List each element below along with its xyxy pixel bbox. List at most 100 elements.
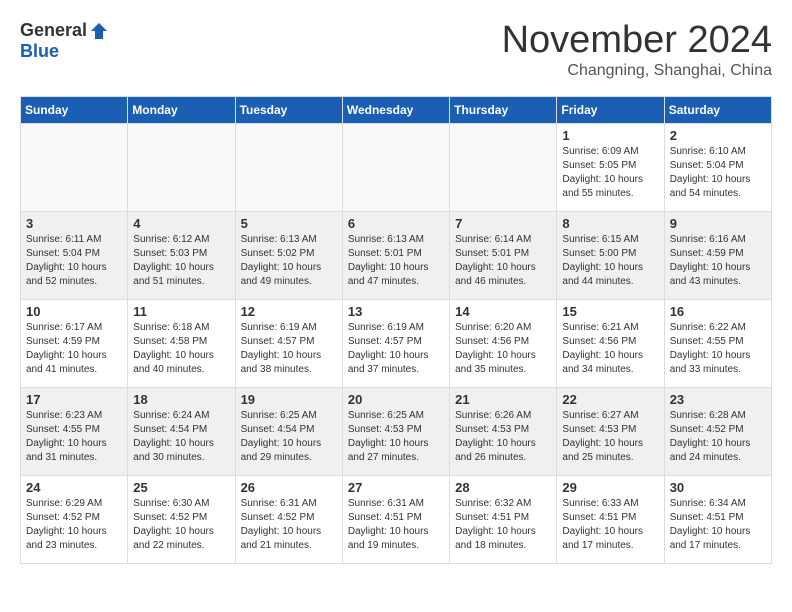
calendar-cell: 4 Sunrise: 6:12 AMSunset: 5:03 PMDaylight…	[128, 211, 235, 299]
calendar-cell	[450, 123, 557, 211]
day-info: Sunrise: 6:18 AMSunset: 4:58 PMDaylight:…	[133, 321, 229, 377]
calendar-cell: 2Sunrise: 6:10 AMSunset: 5:04 PMDaylight…	[664, 123, 771, 211]
day-info: Sunrise: 6:24 AMSunset: 4:54 PMDaylight:…	[133, 409, 229, 465]
day-number: 7	[455, 216, 551, 231]
month-title: November 2024	[502, 20, 772, 62]
day-header-saturday: Saturday	[664, 96, 771, 123]
day-info: Sunrise: 6:17 AMSunset: 4:59 PMDaylight:…	[26, 321, 122, 377]
logo-general-text: General	[20, 20, 87, 41]
day-number: 25	[133, 480, 229, 495]
day-number: 13	[348, 304, 444, 319]
calendar-cell: 14 Sunrise: 6:20 AMSunset: 4:56 PMDayligh…	[450, 299, 557, 387]
calendar-cell: 29 Sunrise: 6:33 AMSunset: 4:51 PMDayligh…	[557, 475, 664, 563]
day-header-thursday: Thursday	[450, 96, 557, 123]
page-header: General Blue November 2024 Changning, Sh…	[20, 20, 772, 80]
week-row-2: 3 Sunrise: 6:11 AMSunset: 5:04 PMDaylight…	[21, 211, 772, 299]
day-info: Sunrise: 6:28 AMSunset: 4:52 PMDaylight:…	[670, 409, 766, 465]
week-row-1: 1 Sunrise: 6:09 AMSunset: 5:05 PMDaylight…	[21, 123, 772, 211]
day-number: 1	[562, 128, 658, 143]
day-info: Sunrise: 6:31 AMSunset: 4:51 PMDaylight:…	[348, 497, 444, 553]
calendar-cell: 22 Sunrise: 6:27 AMSunset: 4:53 PMDayligh…	[557, 387, 664, 475]
day-number: 15	[562, 304, 658, 319]
calendar-cell: 19 Sunrise: 6:25 AMSunset: 4:54 PMDayligh…	[235, 387, 342, 475]
calendar-cell: 16Sunrise: 6:22 AMSunset: 4:55 PMDayligh…	[664, 299, 771, 387]
day-number: 9	[670, 216, 766, 231]
day-number: 21	[455, 392, 551, 407]
calendar-cell: 15 Sunrise: 6:21 AMSunset: 4:56 PMDayligh…	[557, 299, 664, 387]
logo: General Blue	[20, 20, 109, 62]
day-number: 11	[133, 304, 229, 319]
day-number: 19	[241, 392, 337, 407]
calendar-cell	[128, 123, 235, 211]
day-info: Sunrise: 6:23 AMSunset: 4:55 PMDaylight:…	[26, 409, 122, 465]
day-header-sunday: Sunday	[21, 96, 128, 123]
calendar-cell: 28 Sunrise: 6:32 AMSunset: 4:51 PMDayligh…	[450, 475, 557, 563]
day-info: Sunrise: 6:32 AMSunset: 4:51 PMDaylight:…	[455, 497, 551, 553]
day-number: 28	[455, 480, 551, 495]
calendar-cell: 27 Sunrise: 6:31 AMSunset: 4:51 PMDayligh…	[342, 475, 449, 563]
day-info: Sunrise: 6:14 AMSunset: 5:01 PMDaylight:…	[455, 233, 551, 289]
day-number: 18	[133, 392, 229, 407]
calendar-cell: 10 Sunrise: 6:17 AMSunset: 4:59 PMDayligh…	[21, 299, 128, 387]
calendar-cell	[235, 123, 342, 211]
logo-blue-text: Blue	[20, 41, 59, 62]
day-info: Sunrise: 6:09 AMSunset: 5:05 PMDaylight:…	[562, 145, 658, 201]
calendar-cell: 30Sunrise: 6:34 AMSunset: 4:51 PMDayligh…	[664, 475, 771, 563]
calendar-cell: 24 Sunrise: 6:29 AMSunset: 4:52 PMDayligh…	[21, 475, 128, 563]
day-number: 20	[348, 392, 444, 407]
day-info: Sunrise: 6:25 AMSunset: 4:53 PMDaylight:…	[348, 409, 444, 465]
calendar-cell: 12Sunrise: 6:19 AMSunset: 4:57 PMDayligh…	[235, 299, 342, 387]
day-header-friday: Friday	[557, 96, 664, 123]
calendar-cell: 1 Sunrise: 6:09 AMSunset: 5:05 PMDaylight…	[557, 123, 664, 211]
calendar-cell: 8 Sunrise: 6:15 AMSunset: 5:00 PMDaylight…	[557, 211, 664, 299]
day-number: 27	[348, 480, 444, 495]
day-info: Sunrise: 6:13 AMSunset: 5:02 PMDaylight:…	[241, 233, 337, 289]
location-subtitle: Changning, Shanghai, China	[502, 62, 772, 80]
day-info: Sunrise: 6:27 AMSunset: 4:53 PMDaylight:…	[562, 409, 658, 465]
calendar-cell	[342, 123, 449, 211]
day-info: Sunrise: 6:15 AMSunset: 5:00 PMDaylight:…	[562, 233, 658, 289]
day-number: 30	[670, 480, 766, 495]
day-info: Sunrise: 6:31 AMSunset: 4:52 PMDaylight:…	[241, 497, 337, 553]
day-number: 3	[26, 216, 122, 231]
day-info: Sunrise: 6:19 AMSunset: 4:57 PMDaylight:…	[348, 321, 444, 377]
week-row-4: 17 Sunrise: 6:23 AMSunset: 4:55 PMDayligh…	[21, 387, 772, 475]
calendar-cell: 3 Sunrise: 6:11 AMSunset: 5:04 PMDaylight…	[21, 211, 128, 299]
day-number: 8	[562, 216, 658, 231]
calendar-cell: 26 Sunrise: 6:31 AMSunset: 4:52 PMDayligh…	[235, 475, 342, 563]
day-info: Sunrise: 6:21 AMSunset: 4:56 PMDaylight:…	[562, 321, 658, 377]
calendar-cell: 25 Sunrise: 6:30 AMSunset: 4:52 PMDayligh…	[128, 475, 235, 563]
day-info: Sunrise: 6:10 AMSunset: 5:04 PMDaylight:…	[670, 145, 766, 201]
calendar-cell: 9 Sunrise: 6:16 AMSunset: 4:59 PMDaylight…	[664, 211, 771, 299]
calendar-cell: 20 Sunrise: 6:25 AMSunset: 4:53 PMDayligh…	[342, 387, 449, 475]
day-info: Sunrise: 6:16 AMSunset: 4:59 PMDaylight:…	[670, 233, 766, 289]
day-number: 14	[455, 304, 551, 319]
day-header-wednesday: Wednesday	[342, 96, 449, 123]
day-info: Sunrise: 6:30 AMSunset: 4:52 PMDaylight:…	[133, 497, 229, 553]
day-info: Sunrise: 6:25 AMSunset: 4:54 PMDaylight:…	[241, 409, 337, 465]
day-info: Sunrise: 6:11 AMSunset: 5:04 PMDaylight:…	[26, 233, 122, 289]
calendar-cell: 5 Sunrise: 6:13 AMSunset: 5:02 PMDaylight…	[235, 211, 342, 299]
day-info: Sunrise: 6:13 AMSunset: 5:01 PMDaylight:…	[348, 233, 444, 289]
day-header-tuesday: Tuesday	[235, 96, 342, 123]
day-number: 10	[26, 304, 122, 319]
day-info: Sunrise: 6:20 AMSunset: 4:56 PMDaylight:…	[455, 321, 551, 377]
calendar-cell: 23Sunrise: 6:28 AMSunset: 4:52 PMDayligh…	[664, 387, 771, 475]
day-number: 22	[562, 392, 658, 407]
day-number: 17	[26, 392, 122, 407]
day-number: 29	[562, 480, 658, 495]
day-number: 4	[133, 216, 229, 231]
day-number: 26	[241, 480, 337, 495]
calendar-cell: 6Sunrise: 6:13 AMSunset: 5:01 PMDaylight…	[342, 211, 449, 299]
logo-icon	[89, 21, 109, 41]
week-row-3: 10 Sunrise: 6:17 AMSunset: 4:59 PMDayligh…	[21, 299, 772, 387]
day-number: 5	[241, 216, 337, 231]
calendar-cell: 17 Sunrise: 6:23 AMSunset: 4:55 PMDayligh…	[21, 387, 128, 475]
title-area: November 2024 Changning, Shanghai, China	[502, 20, 772, 80]
calendar-cell	[21, 123, 128, 211]
calendar-cell: 13 Sunrise: 6:19 AMSunset: 4:57 PMDayligh…	[342, 299, 449, 387]
day-info: Sunrise: 6:29 AMSunset: 4:52 PMDaylight:…	[26, 497, 122, 553]
day-info: Sunrise: 6:33 AMSunset: 4:51 PMDaylight:…	[562, 497, 658, 553]
day-number: 24	[26, 480, 122, 495]
day-info: Sunrise: 6:12 AMSunset: 5:03 PMDaylight:…	[133, 233, 229, 289]
